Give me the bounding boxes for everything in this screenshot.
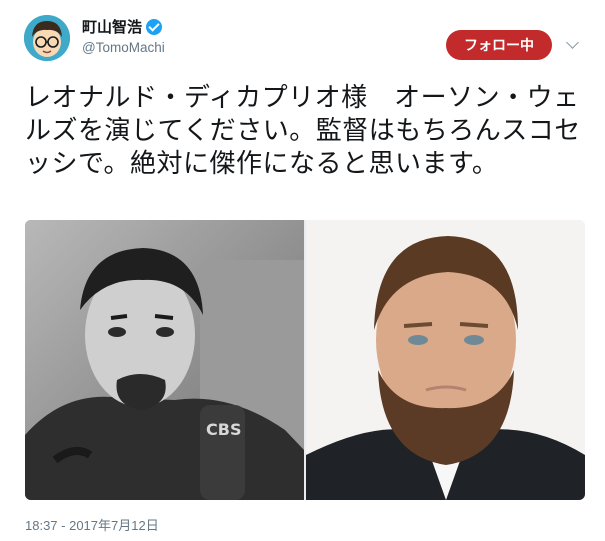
author-display-name-row[interactable]: 町山智浩 xyxy=(82,16,163,37)
verified-badge-icon xyxy=(146,18,163,35)
microphone-label: CBS xyxy=(206,420,241,439)
tweet-text: レオナルド・ディカプリオ様 オーソン・ウェルズを演じてください。監督はもちろんス… xyxy=(25,83,581,179)
follow-button[interactable]: フォロー中 xyxy=(446,30,552,60)
photo-right-illustration xyxy=(306,220,585,500)
avatar[interactable] xyxy=(24,15,70,61)
photo-leonardo-dicaprio[interactable] xyxy=(306,220,585,500)
author-handle[interactable]: @TomoMachi xyxy=(82,40,165,55)
tweet-media[interactable]: CBS xyxy=(25,220,585,500)
photo-left-illustration: CBS xyxy=(25,220,304,500)
photo-orson-welles[interactable]: CBS xyxy=(25,220,304,500)
tweet-timestamp[interactable]: 18:37 - 2017年7月12日 xyxy=(25,515,159,534)
author-display-name[interactable]: 町山智浩 xyxy=(82,16,142,37)
chevron-down-icon[interactable] xyxy=(566,36,579,49)
avatar-illustration xyxy=(24,15,70,61)
